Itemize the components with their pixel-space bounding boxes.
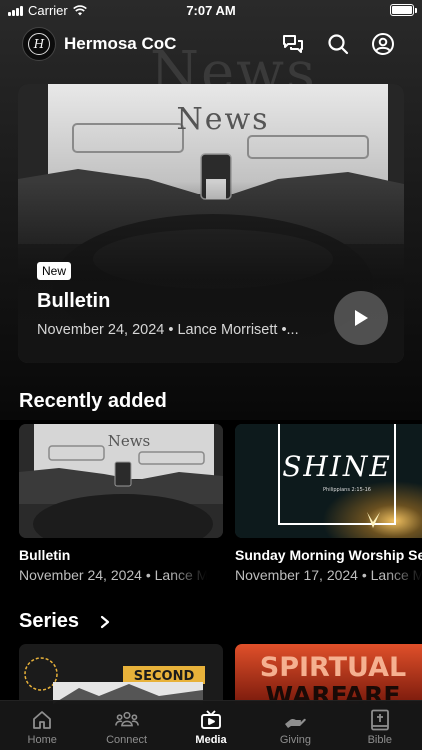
media-card-bulletin[interactable]: News Bulletin November 24, 2024 • Lance … bbox=[19, 424, 223, 583]
tab-label: Home bbox=[27, 734, 57, 746]
series-thumbnail: SECOND bbox=[19, 644, 223, 704]
recently-added-heading: Recently added bbox=[19, 390, 167, 412]
hero-meta: November 24, 2024 • Lance Morrisett •... bbox=[37, 322, 299, 338]
hero-title: Bulletin bbox=[37, 290, 111, 312]
battery-icon bbox=[390, 4, 417, 16]
series-heading-label: Series bbox=[19, 610, 80, 632]
series-card-spiritual-warfare[interactable]: SPIRTUAL WARFARE bbox=[235, 644, 422, 704]
home-icon bbox=[33, 711, 52, 729]
app-header: H Hermosa CoC bbox=[0, 26, 422, 62]
media-card-title: Bulletin bbox=[19, 547, 71, 563]
tab-bar: Home Connect Media Giving Bible bbox=[0, 700, 422, 750]
giving-hand-icon bbox=[285, 718, 307, 728]
media-card-title: Sunday Morning Worship Service bbox=[235, 547, 422, 563]
tab-home[interactable]: Home bbox=[0, 701, 84, 750]
profile-button[interactable] bbox=[371, 32, 395, 56]
chat-button[interactable] bbox=[281, 32, 305, 56]
tab-bible[interactable]: Bible bbox=[338, 701, 422, 750]
tv-icon bbox=[201, 710, 221, 729]
status-bar: Carrier 7:07 AM bbox=[0, 0, 422, 22]
logo-monogram: H bbox=[28, 33, 50, 55]
media-card-thumbnail: SHINE Philippians 2:15-16 bbox=[235, 424, 422, 538]
thumbnail-art-word: News bbox=[108, 432, 151, 450]
search-icon bbox=[328, 34, 349, 55]
chevron-right-icon bbox=[100, 615, 109, 628]
series-heading[interactable]: Series bbox=[19, 610, 111, 633]
featured-hero-card[interactable]: News New Bulletin November 24, 2024 • La… bbox=[18, 84, 404, 363]
tab-label: Bible bbox=[367, 734, 393, 746]
play-button[interactable] bbox=[334, 291, 388, 345]
tab-label: Giving bbox=[279, 734, 312, 746]
series-art-word: SECOND bbox=[134, 669, 195, 684]
tab-media[interactable]: Media bbox=[169, 701, 253, 750]
series-art-word: SPIRTUAL bbox=[260, 652, 406, 683]
people-icon bbox=[114, 711, 139, 727]
media-card-meta: November 17, 2024 • Lance Morrisett bbox=[235, 567, 422, 583]
series-thumbnail: SPIRTUAL WARFARE bbox=[235, 644, 422, 704]
shine-thumbnail: SHINE Philippians 2:15-16 bbox=[235, 424, 422, 538]
search-button[interactable] bbox=[326, 32, 350, 56]
app-title: Hermosa CoC bbox=[64, 34, 177, 53]
tab-giving[interactable]: Giving bbox=[253, 701, 337, 750]
typewriter-thumbnail: News bbox=[19, 424, 223, 538]
shine-verse-art: Philippians 2:15-16 bbox=[323, 487, 371, 493]
church-logo[interactable]: H bbox=[22, 27, 56, 61]
bible-icon bbox=[370, 709, 389, 731]
tab-label: Connect bbox=[106, 734, 148, 746]
chat-icon bbox=[283, 35, 303, 53]
new-badge: New bbox=[37, 262, 72, 280]
series-card-second[interactable]: SECOND bbox=[19, 644, 223, 704]
tab-label: Media bbox=[195, 734, 227, 746]
tab-connect[interactable]: Connect bbox=[84, 701, 168, 750]
shine-title-art: SHINE bbox=[282, 450, 392, 483]
media-card-sunday-worship[interactable]: SHINE Philippians 2:15-16 Sunday Morning… bbox=[235, 424, 422, 583]
status-time: 7:07 AM bbox=[186, 3, 236, 18]
profile-icon bbox=[372, 33, 394, 55]
media-card-meta: November 24, 2024 • Lance Morrisett bbox=[19, 567, 207, 583]
media-card-thumbnail: News bbox=[19, 424, 223, 538]
play-icon bbox=[355, 310, 368, 326]
